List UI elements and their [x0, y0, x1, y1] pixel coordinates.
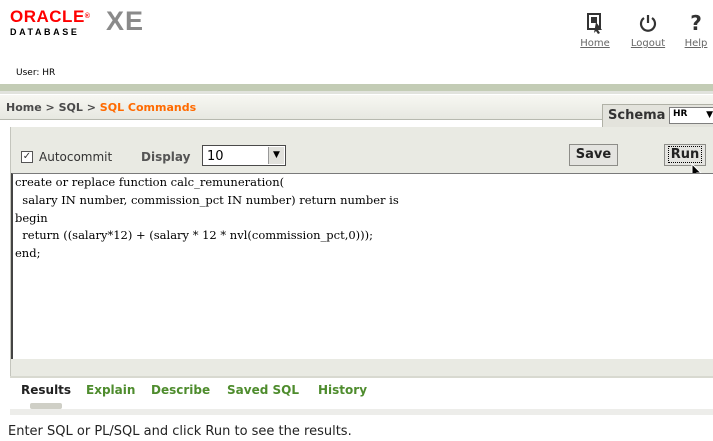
schema-select-value[interactable]: HR — [673, 109, 687, 119]
tabs-divider — [10, 376, 713, 378]
breadcrumb-separator: > — [45, 101, 55, 114]
results-header-bar — [10, 409, 713, 415]
power-icon[interactable] — [625, 8, 671, 38]
display-rows-value[interactable]: 10 — [207, 149, 224, 164]
header: ORACLE® DATABASE XE Home Logout ? Help U… — [0, 0, 713, 86]
save-button[interactable]: Save — [569, 144, 618, 166]
help-icon[interactable]: ? — [681, 8, 711, 38]
breadcrumb-separator: > — [86, 101, 96, 114]
autocommit-label: Autocommit — [39, 150, 113, 164]
tab-saved-sql[interactable]: Saved SQL — [227, 383, 299, 397]
nav-logout[interactable]: Logout — [625, 8, 671, 49]
display-label: Display — [141, 150, 191, 164]
nav-help[interactable]: ? Help — [681, 8, 711, 49]
header-divider-gray — [0, 91, 713, 94]
sql-editor[interactable]: create or replace function calc_remunera… — [11, 173, 713, 359]
schema-label: Schema — [608, 108, 666, 123]
display-rows-select[interactable]: 10 ▼ — [202, 145, 286, 166]
breadcrumb-current: SQL Commands — [99, 101, 197, 114]
nav-help-label[interactable]: Help — [681, 38, 711, 49]
autocommit-checkbox[interactable]: ✓ — [21, 151, 33, 163]
breadcrumb-home[interactable]: Home — [6, 101, 42, 114]
chevron-down-icon[interactable]: ▼ — [706, 110, 713, 120]
logo-oracle-text: ORACLE — [10, 7, 85, 26]
autocommit-toggle[interactable]: ✓ Autocommit — [21, 150, 112, 164]
results-message: Enter SQL or PL/SQL and click Run to see… — [8, 424, 352, 439]
user-label: User: HR — [16, 68, 56, 78]
chevron-down-icon[interactable]: ▼ — [268, 147, 284, 164]
home-icon[interactable] — [575, 8, 615, 38]
nav-home[interactable]: Home — [575, 8, 615, 49]
breadcrumb-sql[interactable]: SQL — [59, 101, 83, 114]
nav-logout-label[interactable]: Logout — [625, 38, 671, 49]
oracle-xe-logo: ORACLE® DATABASE XE — [10, 6, 145, 37]
tab-results[interactable]: Results — [21, 383, 71, 397]
logo-database-text: DATABASE — [10, 27, 80, 37]
header-divider-green — [0, 84, 713, 91]
logo-xe-text: XE — [106, 6, 145, 36]
nav-home-label[interactable]: Home — [575, 38, 615, 49]
breadcrumb: Home > SQL > SQL Commands — [6, 101, 196, 114]
schema-select[interactable]: HR ▼ — [669, 107, 713, 124]
tab-explain[interactable]: Explain — [86, 383, 135, 397]
tab-history[interactable]: History — [318, 383, 367, 397]
run-button-label[interactable]: Run — [667, 146, 703, 163]
tab-describe[interactable]: Describe — [151, 383, 210, 397]
schema-tab: Schema HR ▼ — [602, 104, 713, 127]
